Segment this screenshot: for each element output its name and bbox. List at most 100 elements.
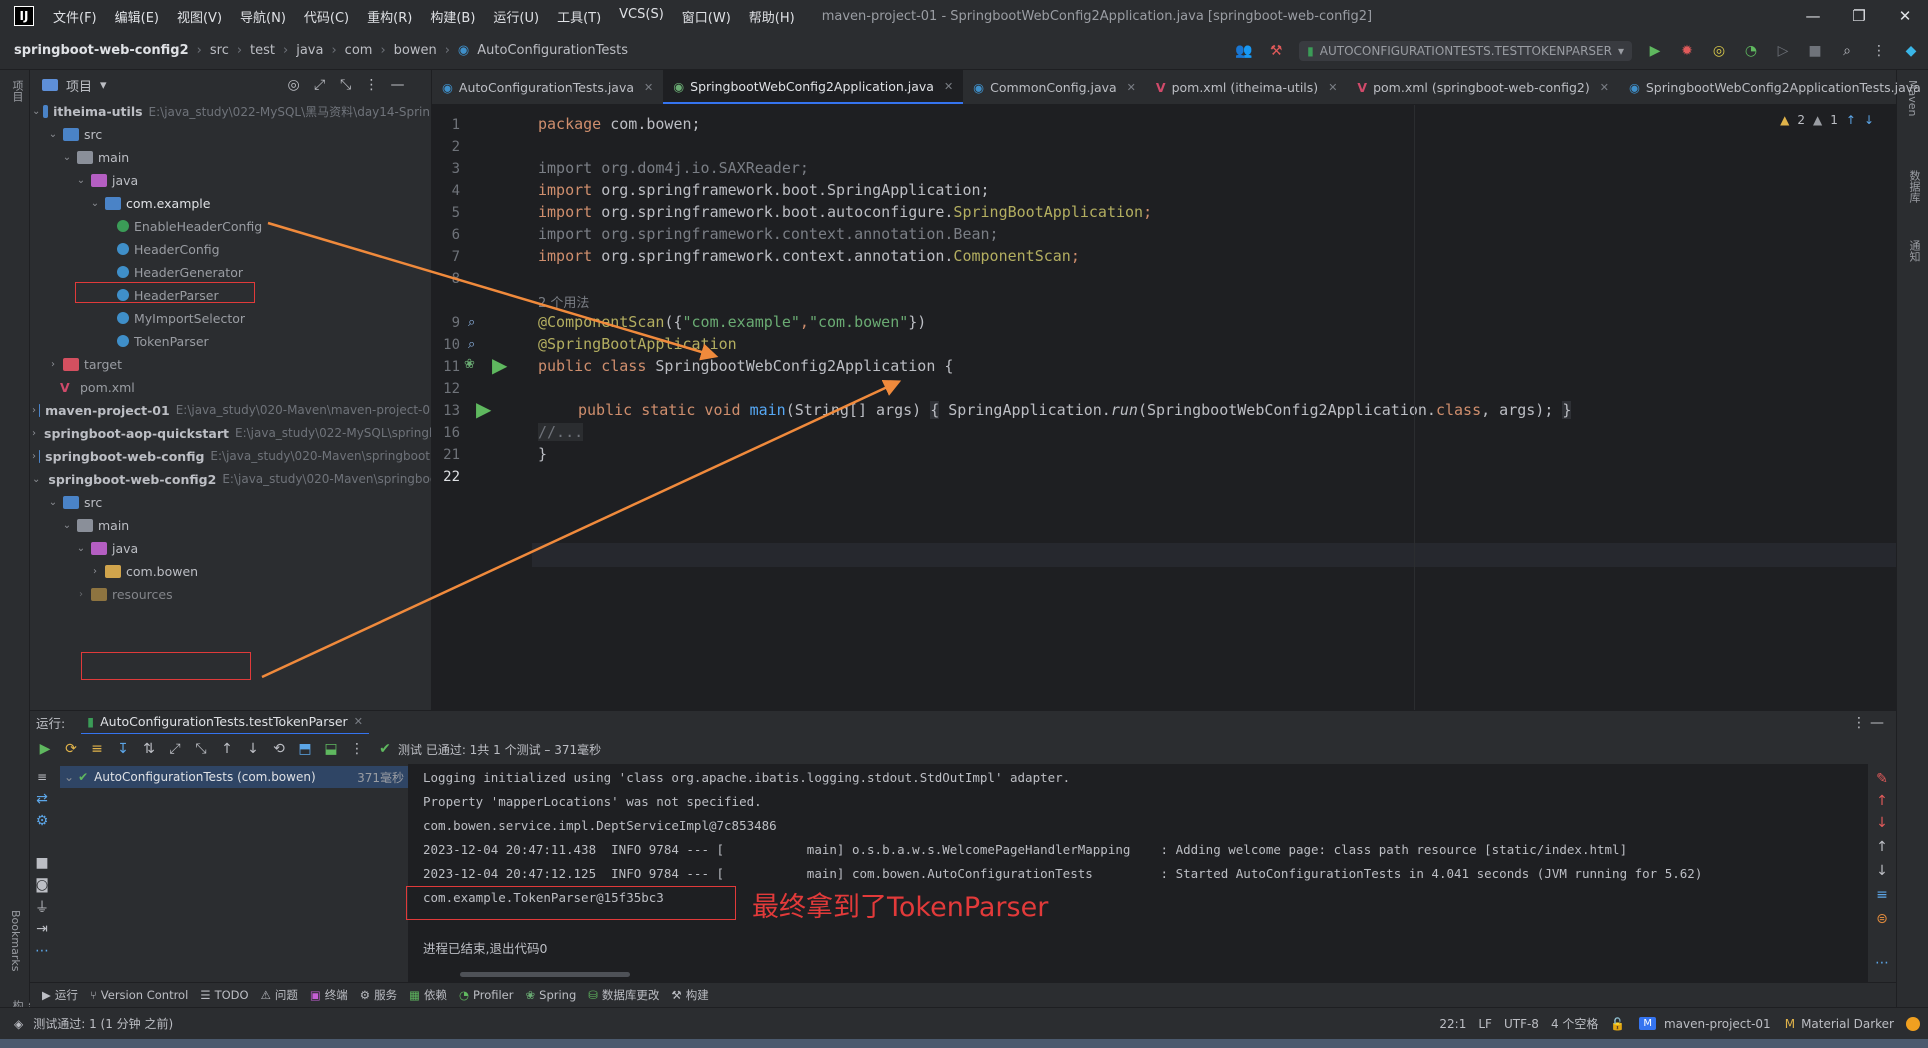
close-tab-icon[interactable]: ✕ [1328,81,1337,94]
soft-wrap-icon[interactable]: ≡ [1873,886,1891,904]
folded-code[interactable]: //... [538,423,584,441]
line-separator[interactable]: LF [1478,1017,1492,1031]
tab-springbootwebconfig2applicationtests[interactable]: ◉ SpringbootWebConfig2ApplicationTests.ja… [1619,70,1928,104]
breadcrumb-project[interactable]: springboot-web-config2 [14,43,189,58]
scroll-up-icon[interactable]: ↑ [1873,838,1891,856]
more-icon[interactable]: ⋯ [33,942,51,960]
tree-item[interactable]: › springboot-aop-quickstart E:\java_study\… [30,422,431,444]
code-editor[interactable]: 1 2 3 4 5 6 7 8 9 10 11 12 13 16 21 22 ⌕… [432,105,1896,710]
settings-icon[interactable]: ⚙ [33,812,51,830]
user-icon[interactable]: 👥 [1235,42,1253,60]
tab-pom-itheima-utils[interactable]: Vpom.xml (itheima-utils) ✕ [1146,70,1348,104]
tree-item-com-example[interactable]: ⌄ com.example [30,192,430,214]
caret-position[interactable]: 22:1 [1439,1017,1466,1031]
tool-run[interactable]: ▶ 运行 [42,987,78,1003]
inspection-widget[interactable]: ▲ 2 ▲ 1 ↑ ↓ [1780,113,1874,127]
tool-dependencies[interactable]: ▦ 依赖 [409,987,447,1003]
close-tab-icon[interactable]: ✕ [1600,81,1609,94]
tool-database-changes[interactable]: ⛁ 数据库更改 [588,987,659,1003]
chevron-down-icon[interactable]: ▾ [100,78,107,93]
usage-search-icon[interactable]: ⌕ [468,337,475,352]
breadcrumb-bowen[interactable]: bowen [394,43,437,58]
arrow-down-icon[interactable]: ↓ [1864,113,1874,127]
arrow-up-icon[interactable]: ↑ [1846,113,1856,127]
tree-item[interactable]: › maven-project-01 E:\java_study\020-Maven… [30,399,430,421]
menu-navigate[interactable]: 导航(N) [231,7,295,26]
plug-icon[interactable]: ⏚ [33,898,51,916]
close-tab-icon[interactable]: ✕ [354,715,363,728]
filter-icon[interactable]: ≡ [33,768,51,786]
tree-item[interactable]: ⌄ java [30,169,430,191]
collapse-all-icon[interactable]: ⤡ [337,76,355,94]
tool-problems[interactable]: ⚠ 问题 [261,987,298,1003]
tool-version-control[interactable]: ⑂ Version Control [90,988,188,1002]
debug-icon[interactable]: ✹ [1678,42,1696,60]
arrow-up-icon[interactable]: ↑ [1873,792,1891,810]
theme-name[interactable]: Material Darker [1801,1017,1894,1031]
tool-build[interactable]: ⚒ 构建 [671,987,708,1003]
import-tests-icon[interactable]: ⬒ [296,740,314,758]
indent-setting[interactable]: 4 个空格 [1551,1015,1598,1032]
lock-icon[interactable]: 🔓 [1610,1017,1625,1031]
tree-item[interactable]: HeaderGenerator [30,261,430,283]
project-tool-button[interactable]: 项目 [9,80,25,102]
tree-item[interactable]: Vpom.xml [30,376,430,398]
menu-vcs[interactable]: VCS(S) [610,7,673,26]
run-gutter-icon[interactable]: ▶ [492,353,507,377]
notification-icon[interactable] [1906,1016,1920,1031]
stop-icon[interactable]: ■ [1806,42,1824,60]
run-more-icon[interactable]: ▷ [1774,42,1792,60]
coverage-icon[interactable]: ◎ [1710,42,1728,60]
tree-item[interactable]: › springboot-web-config E:\java_study\020-… [30,445,430,467]
jetbrains-toolbox-icon[interactable]: ◆ [1902,42,1920,60]
tree-item[interactable]: ⌄ springboot-web-config2 E:\java_study\020… [30,468,431,490]
breadcrumb-test[interactable]: test [250,43,275,58]
hide-icon[interactable]: — [1868,714,1886,732]
tool-terminal[interactable]: ▣ 终端 [310,987,348,1003]
chevron-down-icon[interactable]: ⌄ [64,770,74,784]
file-encoding[interactable]: UTF-8 [1504,1017,1539,1031]
expand-all-icon[interactable]: ⤢ [166,740,184,758]
horizontal-scrollbar[interactable] [460,972,630,977]
menu-tools[interactable]: 工具(T) [548,7,610,26]
tab-pom-springboot-web-config2[interactable]: Vpom.xml (springboot-web-config2) ✕ [1347,70,1619,104]
rerun-icon[interactable]: ▶ [36,740,54,758]
restore-icon[interactable]: ❐ [1836,0,1882,32]
run-tab[interactable]: ▮ AutoConfigurationTests.testTokenParser… [81,711,369,735]
breadcrumb-class[interactable]: AutoConfigurationTests [477,43,628,58]
bookmarks-tool-button[interactable]: Bookmarks [9,910,22,971]
tree-item[interactable]: EnableHeaderConfig [30,215,430,237]
history-icon[interactable]: ⟲ [270,740,288,758]
usage-search-icon[interactable]: ⌕ [468,315,475,330]
tab-springbootwebconfig2application[interactable]: ◉ SpringbootWebConfig2Application.java ✕ [663,70,964,104]
target-icon[interactable]: ◎ [285,76,303,94]
hammer-icon[interactable]: ⚒ [1267,42,1285,60]
tab-autoconfigurationtests[interactable]: ◉ AutoConfigurationTests.java ✕ [432,70,663,104]
tool-spring[interactable]: ❀ Spring [526,988,577,1002]
swap-icon[interactable]: ⇄ [33,790,51,808]
menu-window[interactable]: 窗口(W) [673,7,740,26]
expand-all-icon[interactable]: ⤢ [311,76,329,94]
menu-edit[interactable]: 编辑(E) [106,7,168,26]
options-icon[interactable]: ⋮ [363,76,381,94]
tree-item[interactable]: TokenParser [30,330,430,352]
spring-bean-icon[interactable]: ❀ [464,357,475,372]
tree-item[interactable]: › target [30,353,430,375]
breadcrumb-java[interactable]: java [296,43,323,58]
project-panel-title[interactable]: 项目 [66,76,92,95]
tree-item[interactable]: ⌄ src [30,491,430,513]
test-tree-row[interactable]: ⌄ ✔ AutoConfigurationTests (com.bowen) 3… [60,766,408,788]
stop-icon[interactable]: ■ [33,854,51,872]
tree-item-com-bowen[interactable]: › com.bowen [30,560,430,582]
usages-hint[interactable]: 2 个用法 [538,292,589,311]
rerun-failed-icon[interactable]: ⟳ [62,740,80,758]
options-icon[interactable]: ⋮ [1850,714,1868,732]
scroll-end-icon[interactable]: ⊜ [1873,910,1891,928]
sort-alpha-icon[interactable]: ↧ [114,740,132,758]
database-tool-button[interactable]: 数据库 [1906,170,1922,203]
minimize-icon[interactable]: — [1790,0,1836,32]
next-icon[interactable]: ↓ [244,740,262,758]
tree-item[interactable]: HeaderConfig [30,238,430,260]
menu-file[interactable]: 文件(F) [44,7,106,26]
console-output[interactable]: Logging initialized using 'class org.apa… [406,764,1868,982]
